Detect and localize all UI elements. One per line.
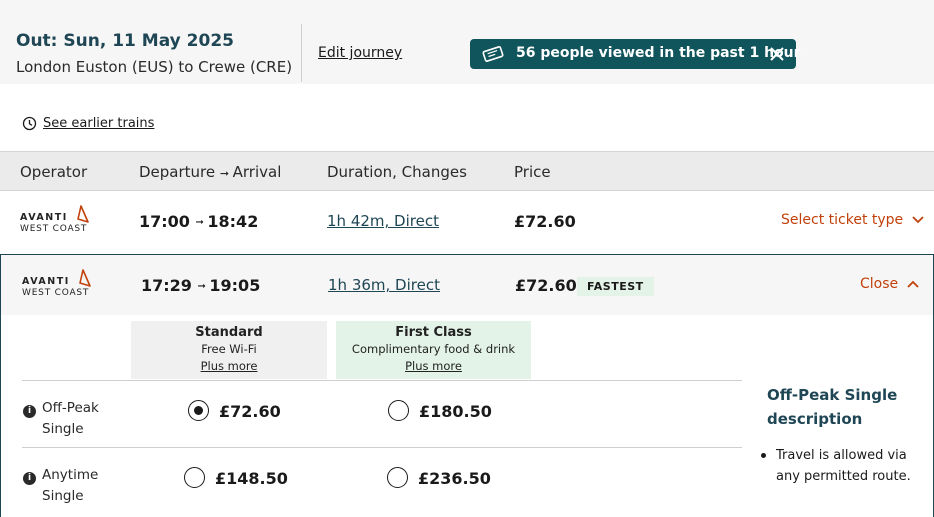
train-row[interactable]: AVANTI WEST COAST 17:29 ➞ 19:05 1h 36m, … bbox=[1, 255, 933, 315]
departure-time: 17:00 bbox=[139, 212, 190, 231]
standard-class-header: Standard Free Wi-Fi Plus more bbox=[131, 321, 327, 379]
anytime-first-radio[interactable] bbox=[387, 467, 408, 488]
anytime-first-price: £236.50 bbox=[418, 469, 491, 488]
fare-label-off-peak: i Off-Peak Single bbox=[23, 398, 99, 440]
first-class-title: First Class bbox=[395, 325, 472, 340]
fastest-badge: FASTEST bbox=[577, 277, 654, 296]
train-row[interactable]: AVANTI WEST COAST 17:00 ➞ 18:42 1h 42m, … bbox=[0, 191, 934, 254]
fare-description-title: Off-Peak Single description bbox=[767, 386, 898, 428]
anytime-standard-price: £148.50 bbox=[215, 469, 288, 488]
anytime-standard-radio[interactable] bbox=[184, 467, 205, 488]
standard-class-title: Standard bbox=[195, 325, 263, 340]
departure-arrival-times: 17:29 ➞ 19:05 bbox=[141, 276, 260, 295]
avanti-west-coast-logo: AVANTI WEST COAST bbox=[22, 269, 102, 301]
column-duration: Duration, Changes bbox=[327, 163, 467, 181]
off-peak-standard-radio[interactable] bbox=[188, 400, 209, 421]
close-button[interactable]: Close bbox=[860, 276, 919, 292]
views-count-text: 56 people viewed in the past 1 hour bbox=[516, 45, 801, 61]
column-arrival: Arrival bbox=[232, 163, 282, 181]
chevron-up-icon bbox=[906, 280, 919, 288]
departure-time: 17:29 bbox=[141, 276, 192, 295]
info-icon[interactable]: i bbox=[23, 405, 36, 418]
standard-plus-more-link[interactable]: Plus more bbox=[131, 359, 327, 373]
column-departure-arrival: Departure ➞ Arrival bbox=[139, 163, 281, 181]
avanti-west-coast-logo: AVANTI WEST COAST bbox=[20, 205, 100, 237]
results-table-header: Operator Departure ➞ Arrival Duration, C… bbox=[0, 151, 934, 191]
avanti-logo-mark-icon bbox=[77, 205, 89, 223]
arrival-time: 19:05 bbox=[209, 276, 261, 295]
outbound-date-title: Out: Sun, 11 May 2025 bbox=[16, 31, 234, 51]
see-earlier-trains-link[interactable]: See earlier trains bbox=[22, 116, 154, 131]
fare-description-item: Travel is allowed via any permitted rout… bbox=[776, 448, 911, 484]
arrival-time: 18:42 bbox=[207, 212, 259, 231]
arrow-right-icon: ➞ bbox=[197, 281, 210, 292]
price: £72.60 bbox=[515, 276, 577, 295]
select-ticket-type-button[interactable]: Select ticket type bbox=[781, 212, 924, 228]
ticket-icon bbox=[482, 46, 504, 62]
off-peak-first-radio[interactable] bbox=[388, 400, 409, 421]
duration-link[interactable]: 1h 36m, Direct bbox=[328, 276, 440, 294]
expanded-train-panel: AVANTI WEST COAST 17:29 ➞ 19:05 1h 36m, … bbox=[0, 254, 934, 517]
close-label: Close bbox=[860, 276, 899, 292]
header-divider bbox=[301, 24, 302, 82]
select-ticket-type-label: Select ticket type bbox=[781, 212, 904, 228]
departure-arrival-times: 17:00 ➞ 18:42 bbox=[139, 212, 258, 231]
off-peak-standard-price: £72.60 bbox=[219, 402, 281, 421]
close-icon[interactable] bbox=[768, 45, 786, 63]
standard-class-feature: Free Wi-Fi bbox=[201, 342, 257, 356]
divider bbox=[22, 447, 742, 448]
duration-link[interactable]: 1h 42m, Direct bbox=[327, 212, 439, 230]
fare-label-anytime: i Anytime Single bbox=[23, 465, 98, 507]
route-summary: London Euston (EUS) to Crewe (CRE) bbox=[16, 58, 293, 76]
edit-journey-link[interactable]: Edit journey bbox=[318, 45, 402, 61]
clock-icon bbox=[22, 116, 37, 131]
first-plus-more-link[interactable]: Plus more bbox=[336, 359, 531, 373]
chevron-down-icon bbox=[911, 216, 924, 224]
info-icon[interactable]: i bbox=[23, 472, 36, 485]
price: £72.60 bbox=[514, 212, 576, 231]
divider bbox=[22, 380, 742, 381]
column-price: Price bbox=[514, 163, 551, 181]
see-earlier-trains-label: See earlier trains bbox=[43, 116, 155, 131]
arrow-right-icon: ➞ bbox=[219, 167, 233, 180]
column-operator: Operator bbox=[20, 163, 88, 181]
column-departure: Departure bbox=[139, 163, 216, 181]
bullet-icon bbox=[761, 453, 766, 458]
first-class-header: First Class Complimentary food & drink P… bbox=[336, 321, 531, 379]
views-notification-banner: 56 people viewed in the past 1 hour bbox=[470, 39, 801, 69]
journey-header: Out: Sun, 11 May 2025 London Euston (EUS… bbox=[0, 0, 934, 84]
first-class-feature: Complimentary food & drink bbox=[351, 342, 516, 356]
off-peak-first-price: £180.50 bbox=[419, 402, 492, 421]
arrow-right-icon: ➞ bbox=[195, 217, 208, 228]
avanti-logo-mark-icon bbox=[79, 269, 91, 287]
